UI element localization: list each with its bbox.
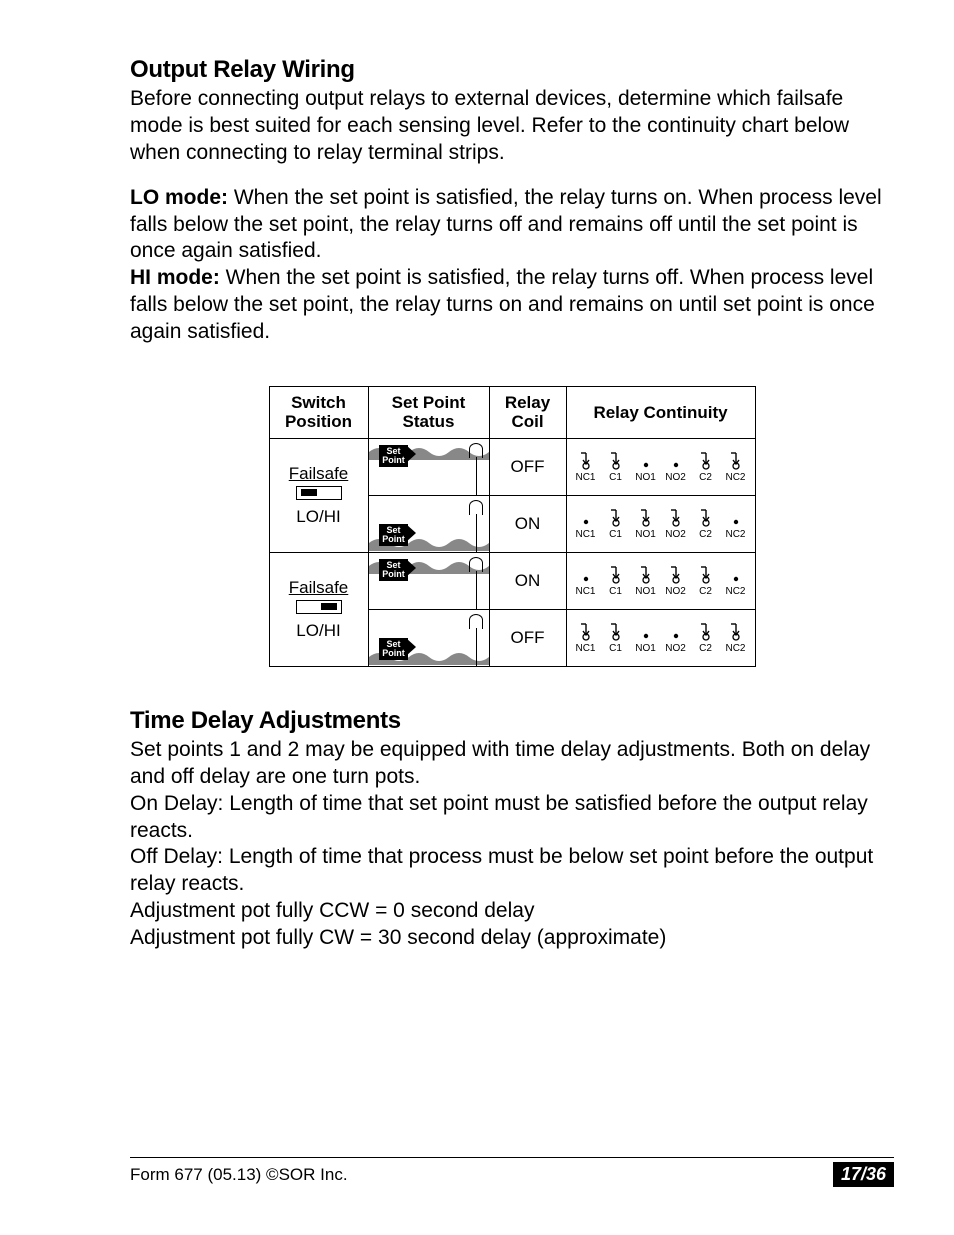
terminal-no1: NO1: [633, 508, 659, 540]
terminal-nc2: NC2: [723, 508, 749, 540]
terminal-c1: C1: [603, 565, 629, 597]
terminal-nc2: NC2: [723, 451, 749, 483]
terminal-c1: C1: [603, 508, 629, 540]
terminal-no2: NO2: [663, 451, 689, 483]
footer: Form 677 (05.13) ©SOR Inc. 17/36: [130, 1157, 894, 1187]
dipswitch-icon: [296, 600, 342, 614]
relay-continuity-table: Switch Position Set Point Status Relay C…: [269, 386, 756, 667]
footer-left: Form 677 (05.13) ©SOR Inc.: [130, 1165, 348, 1185]
relay-coil-cell: OFF: [489, 438, 566, 495]
continuity-cell: NC1 C1 NO1 NO2 C2 NC2: [566, 552, 755, 609]
setpoint-status-cell: SetPoint: [368, 552, 489, 609]
page-number-badge: 17/36: [833, 1162, 894, 1187]
setpoint-status-cell: SetPoint: [368, 438, 489, 495]
switch-position-cell: Failsafe LO/HI: [269, 552, 368, 666]
switch-position-cell: Failsafe LO/HI: [269, 438, 368, 552]
mode-descriptions: LO mode: When the set point is satisfied…: [130, 185, 894, 346]
hi-mode-label: HI mode:: [130, 266, 220, 289]
relay-coil-cell: ON: [489, 495, 566, 552]
terminal-nc2: NC2: [723, 565, 749, 597]
terminal-no1: NO1: [633, 622, 659, 654]
probe-icon: [469, 500, 483, 515]
continuity-cell: NC1 C1 NO1 NO2 C2 NC2: [566, 438, 755, 495]
probe-icon: [469, 614, 483, 629]
terminal-no2: NO2: [663, 508, 689, 540]
terminal-c2: C2: [693, 565, 719, 597]
setpoint-status-cell: SetPoint: [368, 609, 489, 666]
setpoint-status-cell: SetPoint: [368, 495, 489, 552]
dipswitch-icon: [296, 486, 342, 500]
terminal-nc1: NC1: [573, 565, 599, 597]
continuity-cell: NC1 C1 NO1 NO2 C2 NC2: [566, 609, 755, 666]
terminal-nc1: NC1: [573, 508, 599, 540]
probe-icon: [469, 443, 483, 458]
probe-icon: [469, 557, 483, 572]
lo-mode-text: When the set point is satisfied, the rel…: [130, 186, 882, 263]
terminal-c1: C1: [603, 451, 629, 483]
th-switch: Switch Position: [269, 386, 368, 438]
time-delay-body: Set points 1 and 2 may be equipped with …: [130, 737, 894, 952]
terminal-c1: C1: [603, 622, 629, 654]
terminal-nc1: NC1: [573, 451, 599, 483]
th-setpoint: Set Point Status: [368, 386, 489, 438]
terminal-c2: C2: [693, 622, 719, 654]
terminal-no1: NO1: [633, 451, 659, 483]
th-continuity: Relay Continuity: [566, 386, 755, 438]
terminal-no2: NO2: [663, 622, 689, 654]
lo-mode-label: LO mode:: [130, 186, 228, 209]
terminal-c2: C2: [693, 451, 719, 483]
terminal-nc1: NC1: [573, 622, 599, 654]
terminal-no2: NO2: [663, 565, 689, 597]
continuity-cell: NC1 C1 NO1 NO2 C2 NC2: [566, 495, 755, 552]
relay-intro: Before connecting output relays to exter…: [130, 86, 894, 167]
th-coil: Relay Coil: [489, 386, 566, 438]
heading-output-relay: Output Relay Wiring: [130, 56, 894, 84]
terminal-nc2: NC2: [723, 622, 749, 654]
terminal-no1: NO1: [633, 565, 659, 597]
terminal-c2: C2: [693, 508, 719, 540]
heading-time-delay: Time Delay Adjustments: [130, 707, 894, 735]
relay-coil-cell: ON: [489, 552, 566, 609]
relay-coil-cell: OFF: [489, 609, 566, 666]
hi-mode-text: When the set point is satisfied, the rel…: [130, 266, 875, 343]
